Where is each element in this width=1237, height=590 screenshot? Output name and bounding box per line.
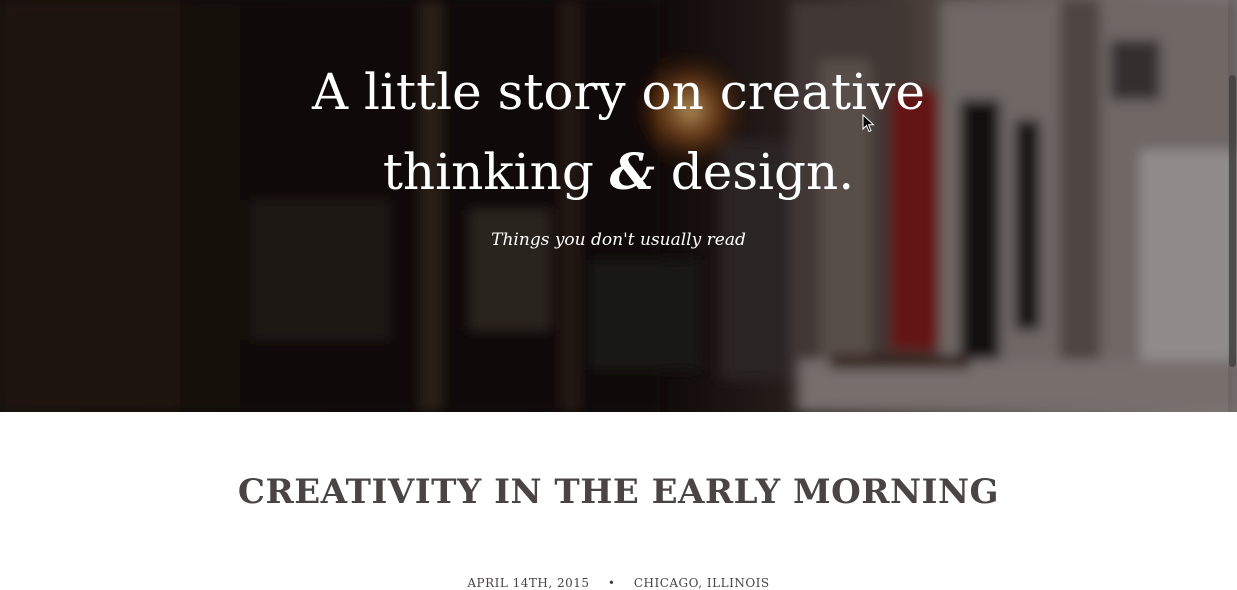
mouse-cursor-icon <box>862 114 875 133</box>
post-title[interactable]: CREATIVITY IN THE EARLY MORNING <box>0 472 1237 512</box>
hero-title-ampersand: & <box>609 142 655 201</box>
hero-title: A little story on creative thinking & de… <box>0 52 1237 212</box>
hero-banner: A little story on creative thinking & de… <box>0 0 1237 412</box>
hero-title-line-2b: design. <box>654 143 855 201</box>
post-location: CHICAGO, ILLINOIS <box>633 576 770 590</box>
scrollbar-thumb[interactable] <box>1229 75 1236 367</box>
hero-subtitle: Things you don't usually read <box>491 230 746 250</box>
hero-title-line-1: A little story on creative <box>312 63 925 121</box>
post-meta: APRIL 14TH, 2015 • CHICAGO, ILLINOIS <box>0 576 1237 590</box>
hero-title-line-2a: thinking <box>382 143 610 201</box>
post-date: APRIL 14TH, 2015 <box>467 576 590 590</box>
meta-separator: • <box>607 576 616 590</box>
